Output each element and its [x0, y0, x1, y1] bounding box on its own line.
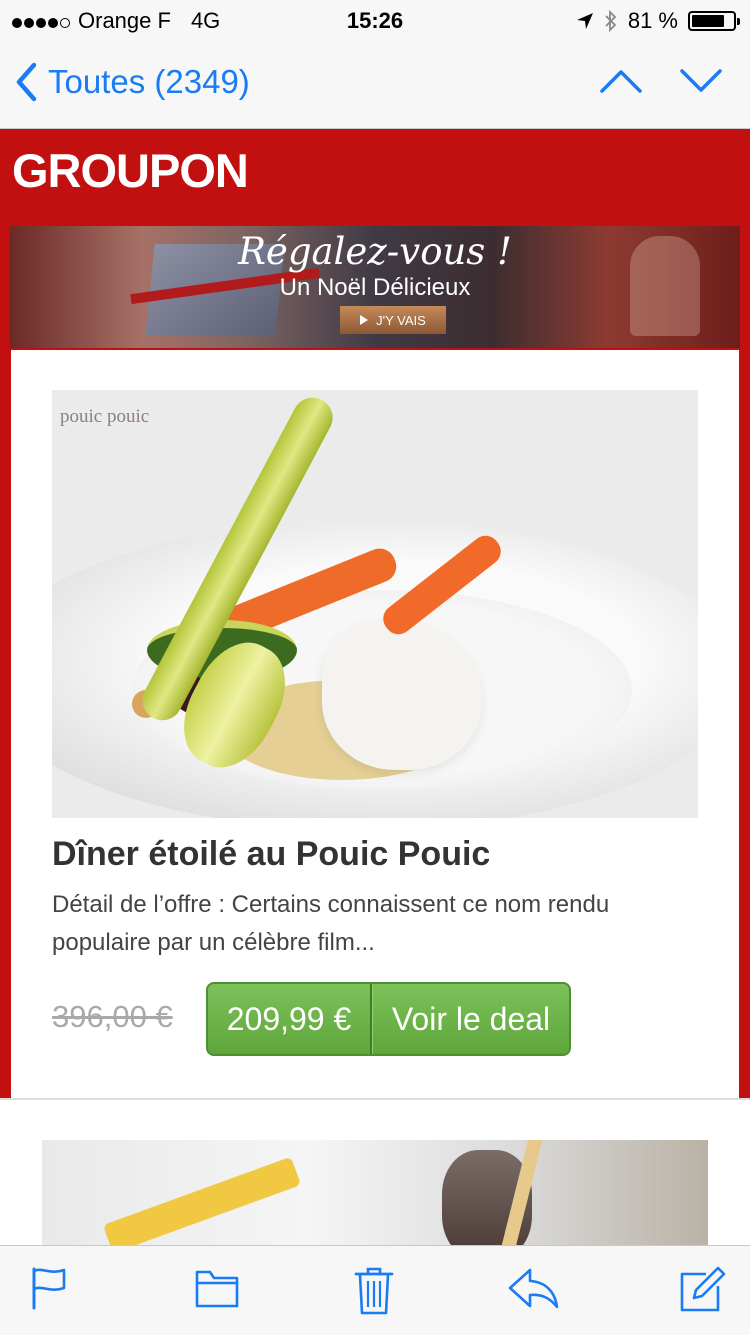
banner-go-label: J'Y VAIS: [376, 312, 426, 328]
view-deal-button[interactable]: 209,99 € Voir le deal: [206, 982, 571, 1056]
flag-icon[interactable]: [30, 1266, 70, 1310]
battery-percent: 81 %: [627, 8, 678, 33]
email-body: GROUPON Régalez-vous ! Un Noël Délicieux…: [0, 129, 750, 1245]
back-button[interactable]: Toutes (2349): [14, 62, 250, 102]
battery-fill: [692, 15, 724, 27]
trash-icon[interactable]: [354, 1266, 394, 1316]
original-price: 396,00 €: [52, 999, 173, 1034]
battery-icon: [688, 11, 740, 31]
banner-headline: Régalez-vous !: [238, 230, 512, 273]
restaurant-watermark: pouic pouic: [60, 406, 150, 427]
mail-toolbar: [0, 1245, 750, 1335]
status-bar: Orange F 4G 15:26 81 %: [0, 0, 750, 40]
folder-icon[interactable]: [194, 1266, 240, 1310]
reply-icon[interactable]: [506, 1266, 560, 1310]
status-right: 81 %: [576, 8, 740, 34]
next-deal-photo[interactable]: [42, 1140, 708, 1245]
banner-subheadline: Un Noël Délicieux: [279, 274, 471, 301]
chevron-left-icon: [16, 62, 37, 102]
deal-description: Détail de l’offre : Certains connaissent…: [52, 891, 610, 956]
bluetooth-icon: [605, 10, 617, 32]
christmas-banner[interactable]: Régalez-vous ! Un Noël Délicieux J'Y VAI…: [10, 226, 740, 348]
back-button-label: Toutes (2349): [48, 63, 250, 100]
message-navigation: [600, 68, 722, 94]
deal-card: pouic pouic Dîner étoilé au Pouic Pouic …: [11, 350, 739, 1100]
groupon-logo[interactable]: GROUPON: [12, 143, 249, 198]
deal-photo[interactable]: pouic pouic: [52, 390, 698, 818]
deal-title[interactable]: Dîner étoilé au Pouic Pouic: [52, 835, 490, 874]
compose-icon[interactable]: [678, 1266, 726, 1314]
play-arrow-icon: [360, 315, 369, 325]
deal-price: 209,99 €: [208, 984, 372, 1054]
banner-go-button[interactable]: J'Y VAIS: [340, 306, 446, 334]
next-message-button[interactable]: [680, 68, 722, 94]
fries-image: [102, 1156, 302, 1245]
previous-message-button[interactable]: [600, 68, 642, 94]
view-deal-label: Voir le deal: [372, 984, 569, 1054]
next-deal-card: [0, 1098, 750, 1245]
mail-navigation-bar: Toutes (2349): [0, 40, 750, 129]
location-arrow-icon: [576, 13, 593, 29]
